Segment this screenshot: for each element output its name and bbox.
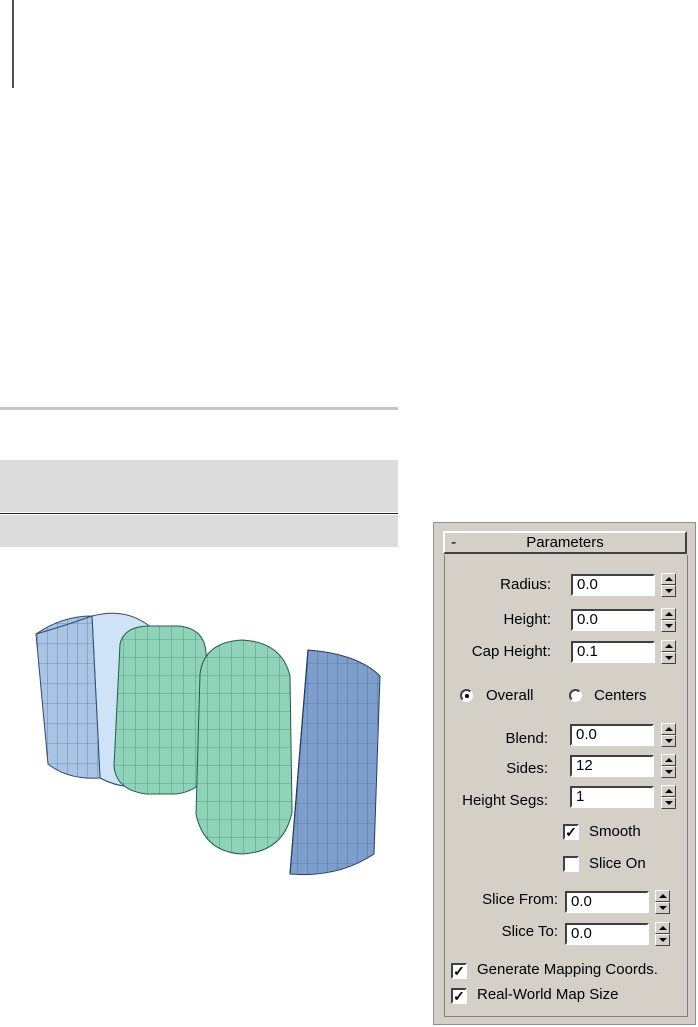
spinner-down-icon[interactable] <box>661 797 676 809</box>
spinner-up-icon[interactable] <box>661 723 676 735</box>
spinner-down-icon[interactable] <box>661 620 676 632</box>
slice-to-spinner[interactable] <box>655 922 670 946</box>
parameters-panel: Parameters - Radius: 0.0 Height: 0.0 Cap… <box>433 522 696 1025</box>
green-tank-2 <box>195 639 293 855</box>
spinner-up-icon[interactable] <box>661 640 676 652</box>
smooth-checkbox[interactable]: ✓ <box>563 824 579 840</box>
cap-height-label: Cap Height: <box>471 643 551 660</box>
height-segs-spinner[interactable] <box>661 785 676 809</box>
generate-mapping-checkbox[interactable]: ✓ <box>451 963 467 979</box>
spinner-down-icon[interactable] <box>661 766 676 778</box>
spinner-up-icon[interactable] <box>661 754 676 766</box>
slice-to-field[interactable]: 0.0 <box>565 923 649 945</box>
spinner-up-icon[interactable] <box>661 785 676 797</box>
blend-spinner[interactable] <box>661 723 676 747</box>
shaded-band-lower <box>0 515 398 547</box>
height-field[interactable]: 0.0 <box>571 609 655 631</box>
rollout-title: Parameters <box>526 534 604 551</box>
height-segs-label: Height Segs: <box>462 792 548 809</box>
green-tank-1 <box>113 625 209 795</box>
spinner-up-icon[interactable] <box>661 608 676 620</box>
radius-spinner[interactable] <box>661 573 676 597</box>
spinner-up-icon[interactable] <box>661 573 676 585</box>
spinner-up-icon[interactable] <box>655 890 670 902</box>
spinner-down-icon[interactable] <box>661 585 676 597</box>
blue-sliced-tank-right <box>289 649 381 876</box>
overall-radio[interactable] <box>460 689 473 702</box>
generate-mapping-label: Generate Mapping Coords. <box>477 961 658 978</box>
real-world-map-label: Real-World Map Size <box>477 986 619 1003</box>
blend-field[interactable]: 0.0 <box>570 724 654 746</box>
slice-on-label: Slice On <box>589 855 646 872</box>
shaded-band <box>0 460 398 512</box>
cap-height-field[interactable]: 0.1 <box>571 641 655 663</box>
slice-from-field[interactable]: 0.0 <box>565 891 649 913</box>
section-divider <box>0 407 398 410</box>
spinner-down-icon[interactable] <box>655 934 670 946</box>
sides-field[interactable]: 12 <box>570 755 654 777</box>
height-label: Height: <box>503 611 551 628</box>
sides-spinner[interactable] <box>661 754 676 778</box>
cap-height-spinner[interactable] <box>661 640 676 664</box>
margin-line <box>12 0 14 88</box>
radius-field[interactable]: 0.0 <box>571 574 655 596</box>
slice-from-label: Slice From: <box>482 891 558 908</box>
oiltank-objects-illustration <box>35 612 381 876</box>
band-divider <box>0 513 398 514</box>
collapse-icon[interactable]: - <box>451 533 456 552</box>
spinner-down-icon[interactable] <box>655 902 670 914</box>
spinner-up-icon[interactable] <box>655 922 670 934</box>
real-world-map-checkbox[interactable]: ✓ <box>451 988 467 1004</box>
centers-label: Centers <box>594 687 647 704</box>
spinner-down-icon[interactable] <box>661 735 676 747</box>
centers-radio[interactable] <box>569 689 582 702</box>
height-segs-field[interactable]: 1 <box>570 786 654 808</box>
sides-label: Sides: <box>506 760 548 777</box>
slice-to-label: Slice To: <box>501 923 558 940</box>
slice-on-checkbox[interactable] <box>563 856 579 872</box>
overall-label: Overall <box>486 687 534 704</box>
smooth-label: Smooth <box>589 823 641 840</box>
slice-from-spinner[interactable] <box>655 890 670 914</box>
parameters-rollout-header[interactable]: Parameters - <box>443 531 687 554</box>
spinner-down-icon[interactable] <box>661 652 676 664</box>
height-spinner[interactable] <box>661 608 676 632</box>
blend-label: Blend: <box>505 730 548 747</box>
radius-label: Radius: <box>500 576 551 593</box>
